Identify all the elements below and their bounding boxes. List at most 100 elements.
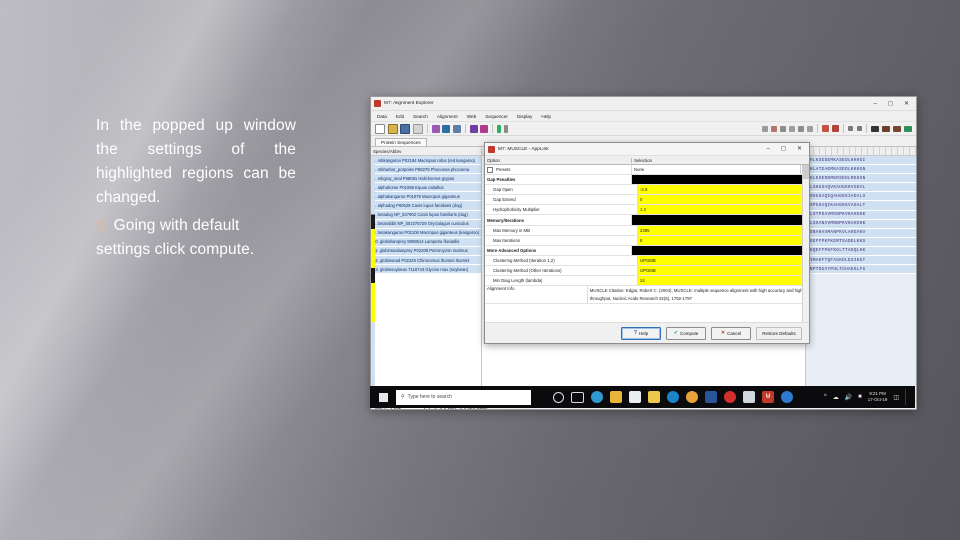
dialog-scrollbar[interactable] [802,165,809,322]
menu-item-alignment[interactable]: Alignment [437,114,458,119]
save-icon[interactable] [400,123,410,134]
find-next-icon[interactable] [882,125,890,132]
alignment-explorer-window[interactable]: M7: Alignment Explorer – ◻ ✕ Data Edit S… [370,96,917,410]
sequence-row[interactable]: SIMAKFTQFAGKDLESIKGT [806,256,916,266]
edge-icon[interactable] [667,391,679,403]
search-input[interactable]: ⚲ Type here to search [396,389,531,405]
find-all-icon[interactable] [904,125,912,132]
menu-item-display[interactable]: Display [517,114,532,119]
cut-icon[interactable] [780,125,786,132]
edge-globe-icon[interactable] [591,391,603,403]
option-row[interactable]: Gap Penalties [485,175,809,186]
ruler-icon[interactable] [503,124,508,133]
menu-item-data[interactable]: Data [377,114,387,119]
sequence-row[interactable]: LSHGSAQIQAHGKKIADALS [806,192,916,202]
menu-item-web[interactable]: Web [467,114,477,119]
clustal-icon[interactable] [452,124,461,133]
sequence-row[interactable]: DLSHGSAQVKAHGKKVGDAL [806,183,916,193]
dialog-scrollbar-thumb[interactable] [803,165,809,179]
print-icon[interactable] [412,123,423,134]
cortana-icon[interactable] [553,391,564,403]
species-row[interactable]: 9. betakangaroo P02106 Macropus giganteu… [371,228,481,238]
option-row[interactable]: Gap Open -2.9 [485,185,809,196]
species-row[interactable]: 4. alphahorse P01958 Equus caballus [371,183,481,193]
maximize-icon[interactable]: ◻ [888,101,893,107]
undo-icon[interactable] [762,125,768,132]
main-toolbar[interactable] [371,122,916,136]
species-row[interactable]: 7. betadog NP_537902 Canis lupus familia… [371,210,481,220]
species-row[interactable]: 3. mbgray_seal P68081 Halichoerus grypus [371,174,481,184]
show-desktop-button[interactable] [905,389,911,405]
option-value[interactable]: UPGMB [638,255,809,265]
insert-site-icon[interactable] [822,125,829,132]
species-row[interactable]: 13. globinsoybean 7116744 Glycine max (s… [371,265,481,275]
option-value[interactable]: 24 [638,276,809,286]
chrome-icon[interactable] [686,391,698,403]
sequence-row[interactable]: DLSTPDAVMGNPKVKAHGKK [806,210,916,220]
store-icon[interactable] [648,391,660,403]
close-icon[interactable]: ✕ [904,101,909,107]
dialog-titlebar[interactable]: M7: MUSCLE - AppLink – ◻ ✕ [485,143,809,156]
task-view-icon[interactable] [571,391,584,403]
menubar[interactable]: Data Edit Search Alignment Web Sequencer… [371,111,916,122]
option-value[interactable]: None▾ [632,165,809,175]
pdf-icon[interactable] [724,391,736,403]
sequence-row[interactable]: KHLATEAEMKASEDLKKHGN [806,165,916,175]
species-row[interactable]: 2. mbharbor_porpoise P68278 Phocoena pho… [371,165,481,175]
option-row[interactable]: PresetsNone▾ [485,165,809,176]
option-row[interactable]: Memory/Iterations [485,215,809,226]
system-tray[interactable]: ^ ☁ 🔊 ■ 9:21 PM 17-Oct-19 ◫ [824,389,915,405]
menu-item-search[interactable]: Search [413,114,428,119]
sequence-row[interactable]: AKQEFFPKFKGLTTADQLKK [806,246,916,257]
dialog-close-icon[interactable]: ✕ [797,146,802,152]
w-align-icon[interactable] [469,124,478,133]
menu-item-sequencer[interactable]: Sequencer [485,114,508,119]
open-folder-icon[interactable] [387,123,398,134]
delete-icon[interactable] [798,125,804,132]
sequence-residue-pane[interactable]: KHLKSEDEMKASEDLKKHGI KHLATEAEMKASEDLKKHGN… [805,156,916,400]
prev-icon[interactable] [848,126,853,131]
compute-button[interactable]: ✓ Compute [666,326,706,340]
menu-item-help[interactable]: Help [541,114,551,119]
app-blue-icon[interactable] [781,391,793,403]
species-row[interactable]: 5. alphakangaroo P01975 Macropus gigante… [371,192,481,202]
option-row[interactable]: Clustering Method (Iteration 1,2) UPGMB [485,255,809,266]
sequence-row[interactable]: AGEFFPKFKGMTSADELKKS [806,237,916,247]
dialog-maximize-icon[interactable]: ◻ [781,146,786,152]
network-icon[interactable]: ☁ [833,394,839,401]
species-row[interactable]: 12. globinsead P02229 Chironomus thummi … [371,256,481,266]
file-explorer-icon[interactable] [610,391,622,403]
find-icon[interactable] [871,125,879,132]
option-row[interactable]: Max Memory in MB 2395 [485,225,809,236]
find-prev-icon[interactable] [893,125,901,132]
species-row[interactable]: 8. betarabbit NP_001075729 Oryctolagus c… [371,219,481,229]
option-value[interactable]: 2395 [638,225,809,235]
species-row[interactable]: 11. globinsealamprey P02208 Petromyzon m… [371,246,481,257]
align-icon[interactable] [431,124,440,133]
sequence-row[interactable]: LSNAKAVMANPKVLAHGAKV [806,228,916,238]
sequence-row[interactable]: DLSSANAVMNNPKVKAHGKK [806,219,916,229]
option-value[interactable] [632,215,809,225]
sequence-row[interactable]: KHLKSEDDMKRSEDLRKHGN [806,174,916,184]
species-row[interactable]: 1. mbkangaroo P02194 Macropus rufus (red… [371,156,481,166]
next-icon[interactable] [857,126,862,131]
help-button[interactable]: ? Help [621,326,661,340]
option-value[interactable]: UPGMB [638,265,809,276]
cancel-button[interactable]: ✕ Cancel [711,326,751,340]
dialog-footer[interactable]: ? Help ✓ Compute ✕ Cancel Restore Defaul… [485,322,809,343]
presets-checkbox[interactable] [487,166,493,173]
new-file-icon[interactable] [375,123,385,134]
menu-item-edit[interactable]: Edit [396,114,404,119]
word-icon[interactable] [705,391,717,403]
option-row[interactable]: More Advanced Options [485,245,809,256]
paste-icon[interactable] [789,125,795,132]
muscle-icon[interactable] [442,124,450,133]
option-row[interactable]: Max Iterations 8 [485,235,809,246]
muscle-applink-dialog[interactable]: M7: MUSCLE - AppLink – ◻ ✕ Option Select… [484,142,810,344]
option-value[interactable]: 0 [638,195,809,205]
mail-icon[interactable] [629,391,641,403]
volume-icon[interactable]: 🔊 [845,394,852,401]
option-value[interactable]: -2.9 [638,185,809,195]
option-value[interactable] [632,175,809,185]
option-value[interactable] [632,245,809,255]
